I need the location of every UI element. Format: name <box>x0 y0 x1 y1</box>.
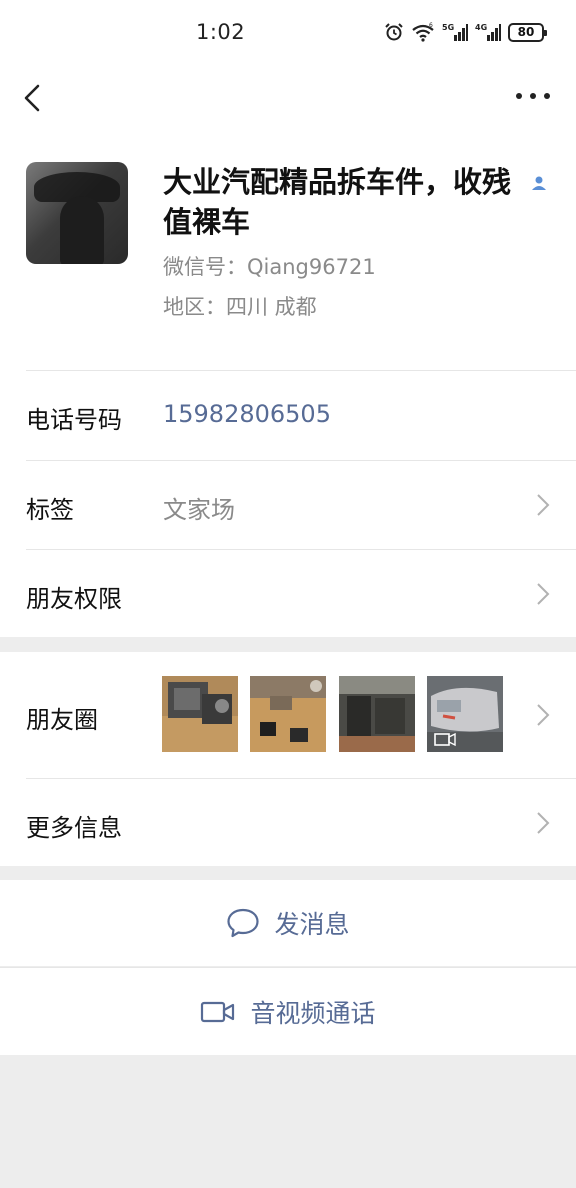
send-message-button[interactable]: 发消息 <box>0 880 576 966</box>
video-call-button[interactable]: 音视频通话 <box>0 967 576 1055</box>
battery-level: 80 <box>517 25 535 39</box>
permissions-row[interactable]: 朋友权限 <box>0 549 576 637</box>
moments-label: 朋友圈 <box>26 706 98 734</box>
send-message-label: 发消息 <box>274 910 350 939</box>
chevron-right-icon <box>537 494 550 516</box>
svg-text:6: 6 <box>429 22 433 29</box>
battery-icon: 80 <box>508 22 547 42</box>
chevron-right-icon <box>537 812 550 834</box>
back-button[interactable] <box>16 80 52 116</box>
status-bar: 1:02 6 5G 4G 80 <box>0 0 576 66</box>
4g-signal-icon: 4G <box>475 23 501 41</box>
tags-label: 标签 <box>26 496 74 524</box>
wechat-id: 微信号：Qiang96721 <box>163 255 376 279</box>
moments-thumbnail[interactable] <box>339 676 415 752</box>
chevron-right-icon <box>537 583 550 605</box>
svg-text:4G: 4G <box>475 23 487 32</box>
divider <box>26 778 576 779</box>
moments-video-thumbnail[interactable] <box>427 676 503 752</box>
chevron-right-icon <box>537 704 550 726</box>
moments-thumbnail[interactable] <box>250 676 326 752</box>
5g-signal-icon: 5G <box>442 23 468 41</box>
phone-label: 电话号码 <box>26 406 122 434</box>
avatar[interactable] <box>26 162 128 264</box>
divider <box>26 549 576 550</box>
video-camera-icon <box>201 1001 235 1022</box>
more-button[interactable] <box>516 86 550 106</box>
phone-row[interactable]: 电话号码 15982806505 <box>0 370 576 460</box>
more-info-row[interactable]: 更多信息 <box>0 778 576 866</box>
moments-thumbnail[interactable] <box>162 676 238 752</box>
video-call-label: 音视频通话 <box>250 998 376 1028</box>
permissions-label: 朋友权限 <box>26 585 122 613</box>
svg-text:5G: 5G <box>442 23 454 32</box>
region: 地区：四川 成都 <box>163 295 317 319</box>
alarm-icon <box>385 23 403 41</box>
divider <box>26 460 576 461</box>
status-time: 1:02 <box>196 20 246 44</box>
divider <box>26 370 576 371</box>
contact-name: 大业汽配精品拆车件，收残值裸车 <box>163 165 512 239</box>
more-dots-icon <box>516 93 522 99</box>
tags-value: 文家场 <box>163 496 235 524</box>
more-info-label: 更多信息 <box>26 814 122 842</box>
nav-bar <box>0 66 576 130</box>
chevron-left-icon <box>24 84 40 112</box>
wifi-icon: 6 <box>412 22 434 42</box>
person-icon <box>532 176 546 190</box>
status-icons: 6 5G 4G 80 <box>384 22 547 42</box>
phone-number[interactable]: 15982806505 <box>163 400 331 428</box>
profile-header: 大业汽配精品拆车件，收残值裸车 微信号：Qiang96721 地区：四川 成都 <box>0 130 576 370</box>
chat-bubble-icon <box>227 908 260 938</box>
tags-row[interactable]: 标签 文家场 <box>0 460 576 549</box>
